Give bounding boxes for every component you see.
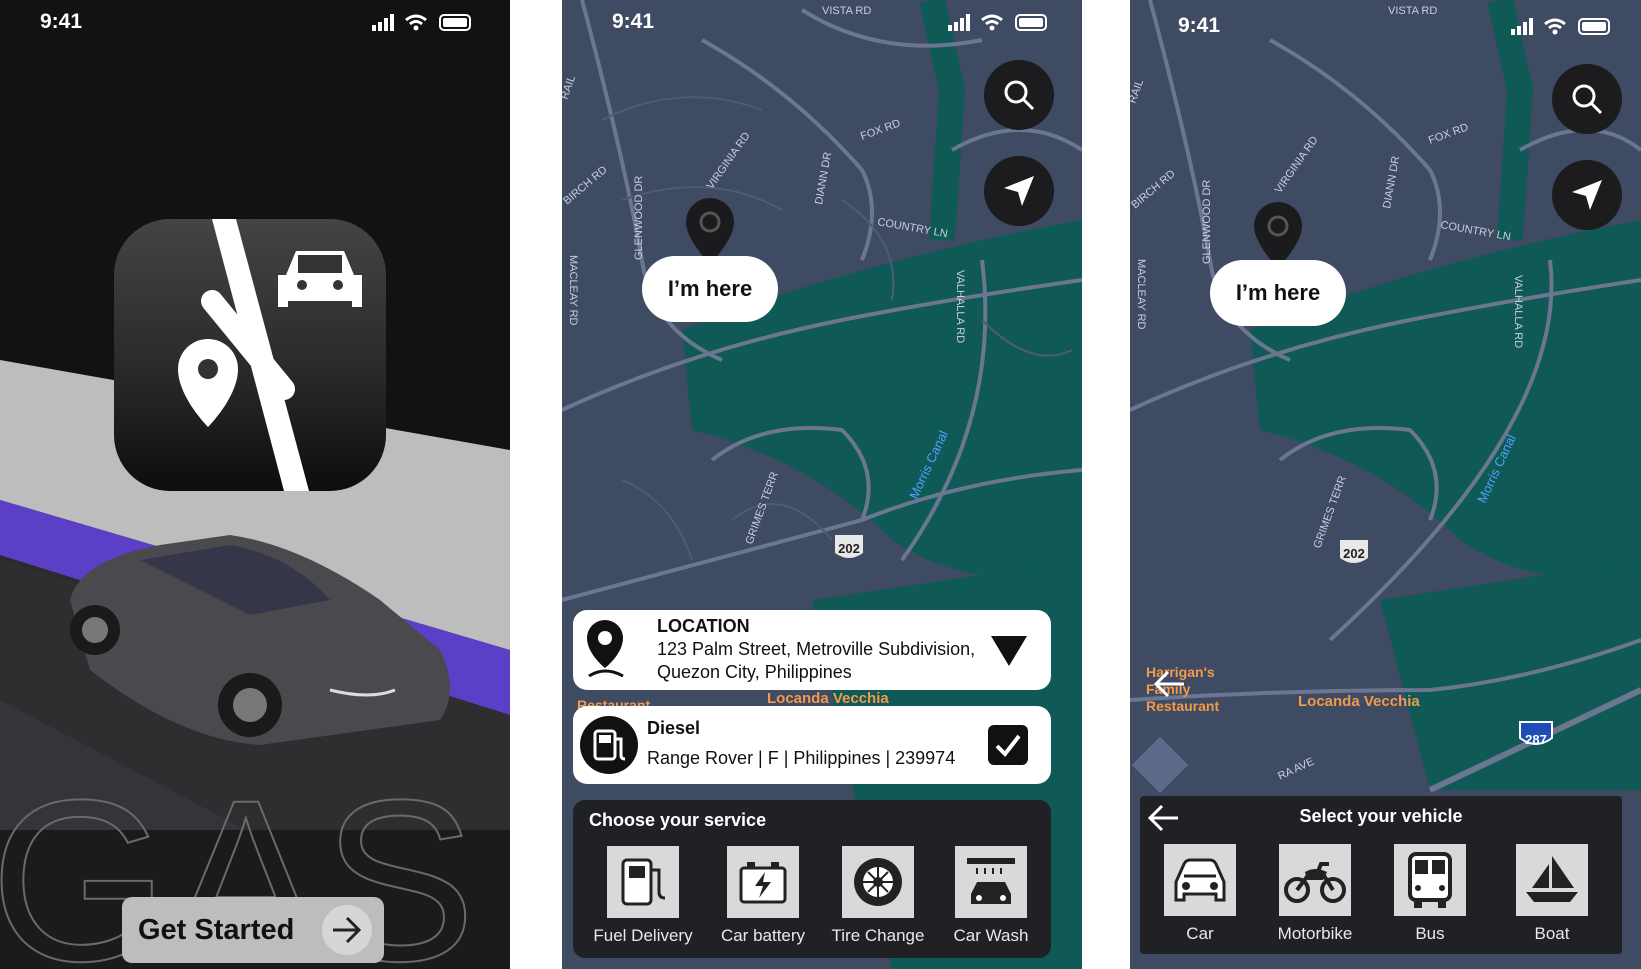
service-fuel-delivery[interactable]: Fuel Delivery bbox=[583, 846, 703, 946]
svg-text:MACLEAY RD: MACLEAY RD bbox=[567, 255, 579, 326]
svg-text:Locanda Vecchia: Locanda Vecchia bbox=[767, 690, 889, 707]
vehicle-bus[interactable]: Bus bbox=[1370, 844, 1490, 944]
service-label: Tire Change bbox=[831, 926, 925, 945]
fuel-card[interactable]: Diesel Range Rover | F | Philippines | 2… bbox=[573, 706, 1051, 784]
car-wash-icon bbox=[967, 858, 1015, 904]
search-icon bbox=[1004, 80, 1035, 111]
logo-road-icon bbox=[178, 219, 362, 491]
svg-text:VALHALLA RD: VALHALLA RD bbox=[954, 270, 966, 343]
route-shield: 202 bbox=[835, 535, 863, 558]
vehicle-boat[interactable]: Boat bbox=[1492, 844, 1612, 944]
svg-text:GLENWOOD DR: GLENWOOD DR bbox=[1201, 180, 1213, 264]
car-icon bbox=[1174, 858, 1226, 902]
vehicle-label: Motorbike bbox=[1277, 924, 1353, 943]
location-title: LOCATION bbox=[657, 616, 750, 636]
svg-text:202: 202 bbox=[1343, 546, 1365, 561]
status-bar: 9:41 bbox=[0, 0, 510, 44]
status-icons bbox=[948, 12, 1052, 38]
vehicle-screen: VISTA RD FOX RD COUNTRY LN VIRGINIA RD B… bbox=[1130, 0, 1641, 969]
status-icons bbox=[1511, 16, 1615, 42]
fuel-pump-icon bbox=[621, 858, 666, 906]
fuel-details: Range Rover | F | Philippines | 239974 bbox=[647, 748, 956, 768]
motorbike-icon bbox=[1284, 862, 1346, 903]
svg-text:287: 287 bbox=[1525, 732, 1547, 747]
svg-text:202: 202 bbox=[838, 541, 860, 556]
fuel-title: Diesel bbox=[647, 718, 701, 738]
search-button[interactable] bbox=[984, 60, 1054, 130]
svg-text:MACLEAY RD: MACLEAY RD bbox=[1135, 259, 1147, 330]
service-label: Fuel Delivery bbox=[593, 926, 693, 945]
vehicle-car[interactable]: Car bbox=[1140, 844, 1260, 944]
vehicle-label: Bus bbox=[1415, 924, 1445, 943]
vehicle-panel-title: Select your vehicle bbox=[1299, 806, 1463, 826]
get-started-button[interactable]: Get Started bbox=[122, 897, 384, 963]
im-here-label: I’m here bbox=[642, 256, 778, 322]
service-screen: VISTA RD FOX RD COUNTRY LN VIRGINIA RD B… bbox=[562, 0, 1082, 969]
service-label: Car Wash bbox=[953, 926, 1029, 945]
locate-me-button[interactable] bbox=[984, 156, 1054, 226]
status-time: 9:41 bbox=[40, 10, 83, 33]
location-card[interactable]: LOCATION 123 Palm Street, Metroville Sub… bbox=[573, 610, 1051, 690]
status-bar: 9:41 bbox=[562, 0, 1082, 44]
service-car-wash[interactable]: Car Wash bbox=[931, 846, 1051, 946]
signal-wifi-battery-icon bbox=[372, 14, 471, 31]
search-button[interactable] bbox=[1552, 64, 1622, 134]
location-pin-icon bbox=[178, 339, 238, 427]
svg-text:Locanda Vecchia: Locanda Vecchia bbox=[1298, 693, 1420, 710]
svg-text:GLENWOOD DR: GLENWOOD DR bbox=[633, 176, 645, 260]
location-pin-icon bbox=[587, 620, 624, 678]
status-time: 9:41 bbox=[612, 10, 655, 33]
svg-text:VALHALLA RD: VALHALLA RD bbox=[1512, 275, 1524, 348]
tire-icon bbox=[854, 858, 902, 906]
arrow-right-icon bbox=[322, 905, 372, 955]
vehicle-panel: Select your vehicle Car Motorbike Bus Bo… bbox=[1140, 796, 1622, 954]
status-bar: 9:41 bbox=[1130, 0, 1641, 44]
service-car-battery[interactable]: Car battery bbox=[703, 846, 823, 946]
checkbox-checked-icon[interactable] bbox=[987, 724, 1029, 766]
splash-screen: GAS 9:41 Get Started bbox=[0, 0, 510, 969]
status-time: 9:41 bbox=[1178, 14, 1221, 37]
get-started-label: Get Started bbox=[138, 913, 295, 946]
locate-me-button[interactable] bbox=[1552, 160, 1622, 230]
im-here-label: I’m here bbox=[1210, 260, 1346, 326]
boat-icon bbox=[1526, 856, 1578, 902]
bus-icon bbox=[1408, 852, 1452, 908]
service-panel-title: Choose your service bbox=[589, 810, 767, 830]
battery-icon bbox=[739, 862, 787, 904]
service-panel: Choose your service Fuel Delivery Car ba… bbox=[573, 800, 1051, 958]
location-address-line2: Quezon City, Philippines bbox=[657, 662, 852, 682]
app-logo bbox=[114, 219, 386, 491]
dropdown-triangle-icon[interactable] bbox=[989, 634, 1029, 668]
signal-wifi-battery-icon bbox=[1511, 18, 1610, 35]
status-icons bbox=[372, 12, 476, 38]
navigation-arrow-icon bbox=[1572, 180, 1602, 210]
search-icon bbox=[1572, 84, 1603, 115]
route-shield: 202 bbox=[1340, 540, 1368, 563]
navigation-arrow-icon bbox=[1004, 176, 1034, 206]
vehicle-motorbike[interactable]: Motorbike bbox=[1255, 844, 1375, 944]
fuel-pump-icon bbox=[580, 716, 638, 774]
vehicle-label: Boat bbox=[1534, 924, 1570, 943]
back-arrow-icon[interactable] bbox=[1152, 670, 1186, 698]
vehicle-label: Car bbox=[1186, 924, 1214, 943]
signal-wifi-battery-icon bbox=[948, 14, 1047, 31]
service-label: Car battery bbox=[720, 926, 806, 945]
service-tire-change[interactable]: Tire Change bbox=[818, 846, 938, 946]
svg-text:Restaurant: Restaurant bbox=[1146, 698, 1219, 714]
location-address-line1: 123 Palm Street, Metroville Subdivision, bbox=[657, 639, 976, 659]
